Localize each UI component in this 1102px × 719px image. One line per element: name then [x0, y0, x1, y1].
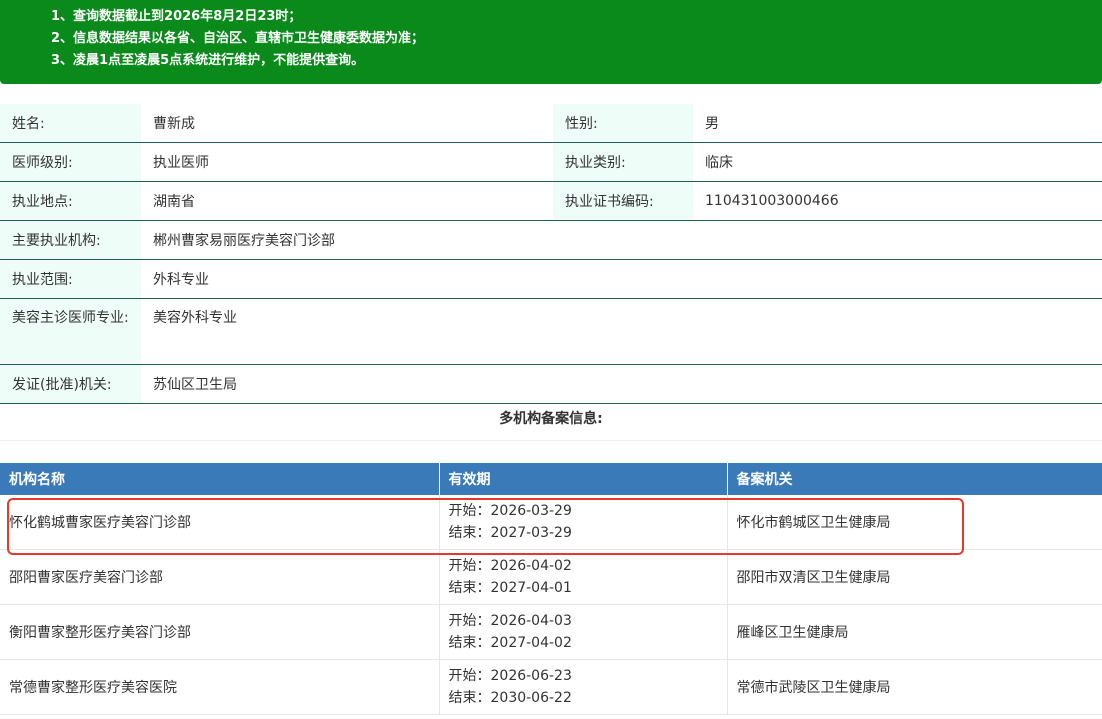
authority-name: 邵阳市双清区卫生健康局 [727, 549, 1102, 605]
notice-line-3: 3、凌晨1点至凌晨5点系统进行维护，不能提供查询。 [51, 53, 365, 68]
org-value: 郴州曹家易丽医疗美容门诊部 [141, 220, 1102, 260]
category-value: 临床 [693, 142, 1102, 182]
level-value: 执业医师 [141, 142, 553, 182]
notice-line-2: 2、信息数据结果以各省、自治区、直辖市卫生健康委数据为准； [51, 31, 425, 46]
cosmetic-label: 美容主诊医师专业: [0, 298, 141, 365]
scope-label: 执业范围: [0, 259, 141, 299]
validity-end: 结束：2027-04-02 [448, 635, 572, 651]
cosmetic-value: 美容外科专业 [141, 298, 1102, 365]
issuer-value: 苏仙区卫生局 [141, 364, 1102, 404]
validity-start: 开始：2026-04-02 [448, 558, 572, 574]
name-label: 姓名: [0, 104, 141, 143]
institution-name: 衡阳曹家整形医疗美容门诊部 [0, 604, 440, 660]
cert-label: 执业证书编码: [553, 181, 693, 221]
authority-name: 怀化市鹤城区卫生健康局 [727, 495, 1102, 550]
issuer-label: 发证(批准)机关: [0, 364, 141, 404]
authority-name: 雁峰区卫生健康局 [727, 604, 1102, 660]
table-row: 常德曹家整形医疗美容医院 开始：2026-06-23 结束：2030-06-22… [0, 659, 1102, 715]
validity-end: 结束：2027-04-01 [448, 580, 572, 596]
org-label: 主要执业机构: [0, 220, 141, 260]
notice-banner: 1、查询数据截止到2026年8月2日23时； 2、信息数据结果以各省、自治区、直… [0, 0, 1102, 84]
scope-value: 外科专业 [141, 259, 1102, 299]
validity-start: 开始：2026-03-29 [448, 503, 572, 519]
table-row: 衡阳曹家整形医疗美容门诊部 开始：2026-04-03 结束：2027-04-0… [0, 604, 1102, 660]
validity-cell: 开始：2026-06-23 结束：2030-06-22 [439, 659, 728, 715]
validity-end: 结束：2030-06-22 [448, 690, 572, 706]
name-value: 曹新成 [141, 104, 553, 143]
location-label: 执业地点: [0, 181, 141, 221]
gender-label: 性别: [553, 104, 693, 143]
multi-institution-title: 多机构备案信息: [0, 399, 1102, 441]
authority-name: 常德市武陵区卫生健康局 [727, 659, 1102, 715]
validity-cell: 开始：2026-04-03 结束：2027-04-02 [439, 604, 728, 660]
category-label: 执业类别: [553, 142, 693, 182]
notice-line-1: 1、查询数据截止到2026年8月2日23时； [51, 9, 302, 24]
doctor-info-table: 姓名: 曹新成 性别: 男 医师级别: 执业医师 执业类别: 临床 执业地点: … [0, 104, 1102, 404]
institution-name: 邵阳曹家医疗美容门诊部 [0, 549, 440, 605]
institution-table: 机构名称 有效期 备案机关 怀化鹤城曹家医疗美容门诊部 开始：2026-03-2… [0, 463, 1102, 715]
validity-end: 结束：2027-03-29 [448, 525, 572, 541]
cert-value: 110431003000466 [693, 181, 1102, 221]
table-row: 怀化鹤城曹家医疗美容门诊部 开始：2026-03-29 结束：2027-03-2… [0, 495, 1102, 550]
institution-name: 常德曹家整形医疗美容医院 [0, 659, 440, 715]
gender-value: 男 [693, 104, 1102, 143]
validity-cell: 开始：2026-04-02 结束：2027-04-01 [439, 549, 728, 605]
level-label: 医师级别: [0, 142, 141, 182]
location-value: 湖南省 [141, 181, 553, 221]
col-header-authority: 备案机关 [727, 463, 1102, 495]
col-header-name: 机构名称 [0, 463, 440, 495]
institution-name: 怀化鹤城曹家医疗美容门诊部 [0, 495, 440, 550]
col-header-validity: 有效期 [439, 463, 728, 495]
validity-start: 开始：2026-04-03 [448, 613, 572, 629]
validity-start: 开始：2026-06-23 [448, 668, 572, 684]
table-row: 邵阳曹家医疗美容门诊部 开始：2026-04-02 结束：2027-04-01 … [0, 549, 1102, 605]
validity-cell: 开始：2026-03-29 结束：2027-03-29 [439, 495, 728, 550]
